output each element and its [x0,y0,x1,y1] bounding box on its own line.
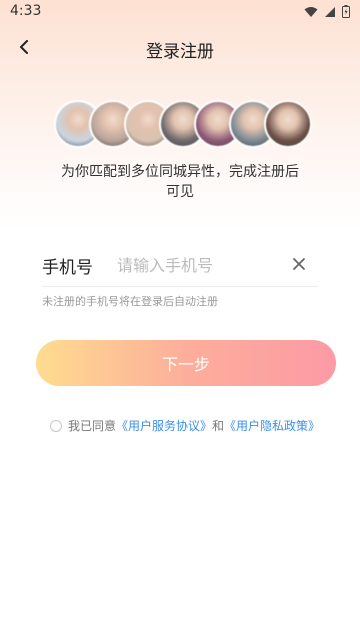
avatar-row [54,100,312,150]
status-time: 4:33 [10,3,42,19]
agreement-row: 我已同意 《用户服务协议》 和 《用户隐私政策》 [50,417,320,434]
nav-bar: 登录注册 [0,30,360,66]
close-icon[interactable] [290,255,308,273]
status-bar: 4:33 [0,0,360,24]
battery-icon [342,5,350,18]
user-service-link[interactable]: 《用户服务协议》 [116,417,212,434]
page-title: 登录注册 [146,42,214,62]
phone-label: 手机号 [42,258,93,278]
avatar [264,100,312,148]
match-text: 为你匹配到多位同城异性，完成注册后可见 [61,164,299,200]
phone-row: 手机号 [42,246,318,287]
status-icons [304,5,350,18]
signal-icon [324,6,336,18]
agree-checkbox[interactable] [50,419,62,432]
hint-text: 未注册的手机号将在登录后自动注册 [42,295,218,308]
wifi-icon [304,6,318,18]
phone-input[interactable] [117,250,277,280]
agreement-and: 和 [212,419,225,433]
next-button[interactable]: 下一步 [36,340,336,386]
privacy-policy-link[interactable]: 《用户隐私政策》 [224,417,320,434]
agreement-prefix: 我已同意 [68,419,117,433]
